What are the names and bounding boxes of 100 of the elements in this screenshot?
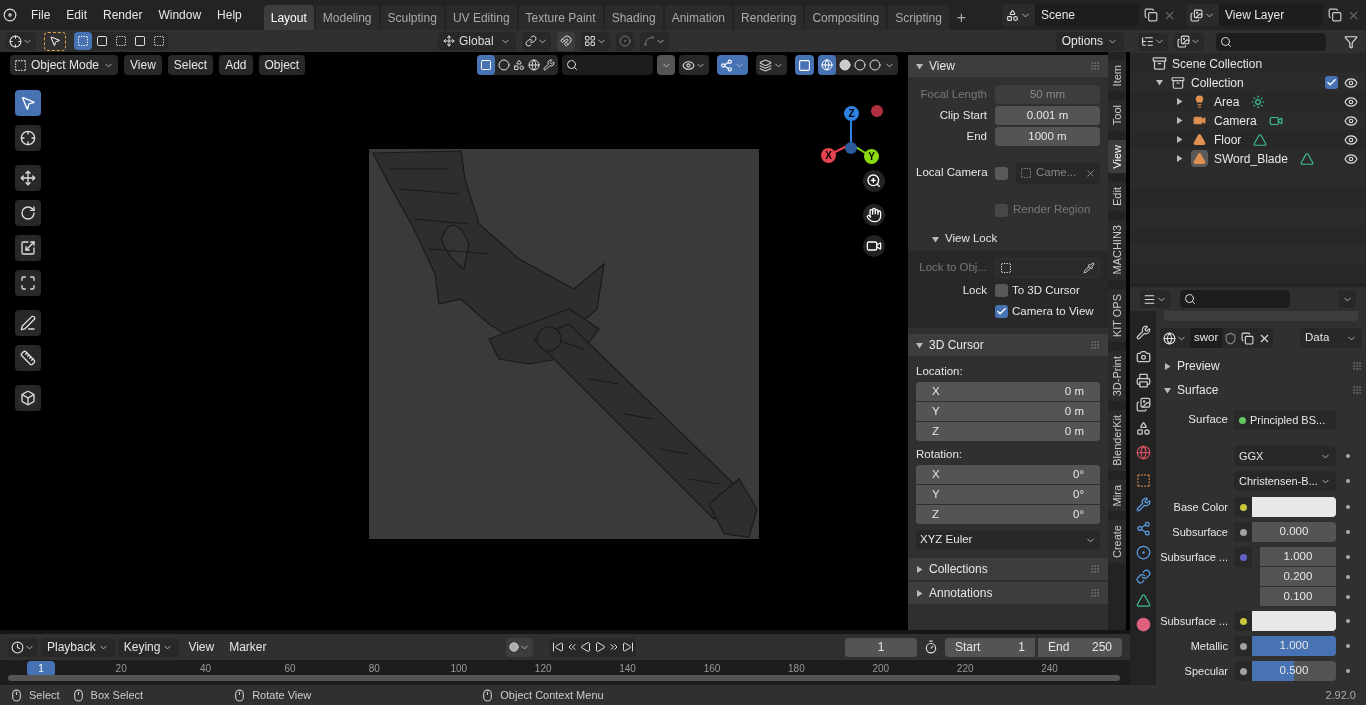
start-frame-field[interactable]: Start 1 (945, 637, 1035, 657)
workspace-tab[interactable]: UV Editing (445, 5, 517, 30)
checkbox-label: Camera to View (1012, 303, 1094, 319)
workspace-tab[interactable]: Texture Paint (518, 5, 603, 30)
workspace-tab[interactable]: Rendering (734, 5, 804, 30)
number-field[interactable]: 0.100 (1260, 587, 1336, 606)
sidebar-tab[interactable]: Mira (1108, 480, 1126, 512)
timeline-menu[interactable]: Marker (223, 637, 273, 657)
menu-item[interactable]: Edit (58, 4, 96, 26)
viewport-menu[interactable]: Select (167, 55, 214, 75)
menu-item[interactable]: Window (150, 4, 210, 26)
number-field[interactable]: Z 0° (916, 505, 1100, 524)
options-dropdown[interactable]: Options (1055, 31, 1124, 51)
add-workspace-button[interactable]: + (950, 5, 973, 30)
tree-item[interactable]: Camera (1214, 111, 1257, 130)
end-frame-field[interactable]: End 250 (1038, 637, 1122, 657)
number-field[interactable]: Z 0 m (916, 422, 1100, 441)
number-field[interactable]: 0.000 (1252, 522, 1336, 542)
field-label: Subsurface (1171, 524, 1229, 540)
number-field[interactable]: Y 0 m (916, 402, 1100, 421)
tree-item[interactable]: SWord_Blade (1214, 149, 1288, 168)
field-label: Lock (962, 283, 987, 296)
tree-item[interactable]: Collection (1191, 73, 1325, 92)
panel-header[interactable]: 3D Cursor (908, 334, 1108, 356)
number-field[interactable]: X 0 m (916, 382, 1100, 401)
mode-dropdown[interactable]: Object Mode (10, 55, 118, 75)
field-label: Subsurface ... (1159, 549, 1229, 565)
field-label: Subsurface ... (1159, 613, 1229, 629)
current-frame-field[interactable]: 1 (845, 637, 917, 657)
number-field[interactable]: Y 0° (916, 485, 1100, 504)
workspace-tab[interactable]: Scripting (888, 5, 949, 30)
workspace-tab[interactable]: Shading (604, 5, 663, 30)
panel-header[interactable]: Preview (1156, 355, 1366, 377)
number-field[interactable]: X 0° (916, 465, 1100, 484)
workspace-tab[interactable]: Layout (263, 5, 314, 30)
value-slider[interactable]: 1.000 (1252, 636, 1336, 656)
version-label: 2.92.0 (1325, 687, 1356, 703)
field-label: Base Color (1172, 499, 1229, 515)
rotation-mode-dropdown[interactable]: XYZ Euler (916, 530, 1100, 550)
status-hint: Rotate View (252, 687, 312, 703)
menu-item[interactable]: Help (209, 4, 250, 26)
timeline-menu[interactable]: Keying (117, 637, 180, 657)
timeline-menu[interactable]: View (182, 637, 221, 657)
number-field[interactable]: 1000 m (995, 127, 1100, 146)
workspace-tab[interactable]: Sculpting (380, 5, 444, 30)
sidebar-tab[interactable]: Item (1108, 60, 1126, 92)
sidebar-tab[interactable]: View (1108, 139, 1126, 174)
field-label: Specular (1183, 663, 1229, 679)
subpanel-header[interactable]: View Lock (908, 228, 1108, 250)
menu-item[interactable]: Render (95, 4, 151, 26)
field-label: End (965, 128, 988, 144)
orientation-dropdown[interactable]: Global (438, 31, 516, 51)
sidebar-tab[interactable]: KIT OPS (1108, 288, 1126, 342)
axis-label[interactable]: Y (864, 149, 879, 164)
frame-tick-label: 240 (1040, 662, 1059, 676)
status-hint: Box Select (90, 687, 144, 703)
panel-header[interactable]: Annotations (908, 582, 1108, 604)
frame-tick-label: 200 (871, 662, 891, 676)
axis-label[interactable]: X (821, 148, 836, 163)
link-dropdown[interactable]: Data (1300, 328, 1362, 348)
status-hint: Object Context Menu (500, 687, 604, 703)
menu-item[interactable]: File (23, 4, 59, 26)
tree-item[interactable]: Scene Collection (1172, 54, 1263, 73)
tree-item[interactable]: Area (1214, 92, 1240, 111)
sidebar-tab[interactable]: MACHIN3 (1108, 220, 1126, 280)
workspace-tab[interactable]: Modeling (315, 5, 379, 30)
scene-field[interactable]: Scene (1035, 4, 1139, 26)
material-name-field[interactable]: swor (1190, 328, 1223, 348)
axis-label[interactable]: Z (844, 106, 859, 121)
number-field[interactable]: 0.001 m (995, 106, 1100, 125)
viewport-menu[interactable]: View (124, 55, 162, 75)
shader-selector[interactable]: Principled BS... (1234, 410, 1336, 430)
status-hint: Select (29, 687, 60, 703)
value-slider[interactable]: 0.500 (1252, 661, 1336, 681)
panel-title: Annotations (929, 585, 994, 602)
viewport-menu[interactable]: Add (219, 55, 253, 75)
sidebar-tab[interactable]: 3D-Print (1108, 350, 1126, 402)
tree-item[interactable]: Floor (1214, 130, 1242, 149)
sidebar-tab[interactable]: BlenderKit (1108, 410, 1126, 472)
field-label: Local Camera (916, 165, 989, 181)
sidebar-tab[interactable]: Create (1108, 520, 1126, 564)
frame-tick-label: 120 (533, 662, 553, 676)
timeline-menu[interactable]: Playback (41, 637, 115, 657)
panel-header[interactable]: Collections (908, 558, 1108, 580)
number-field[interactable]: 0.200 (1260, 567, 1336, 586)
sidebar-tab[interactable]: Tool (1108, 100, 1126, 131)
method-dropdown[interactable]: GGX (1234, 446, 1336, 466)
workspace-tab[interactable]: Animation (664, 5, 733, 30)
workspace-tab[interactable]: Compositing (805, 5, 887, 30)
frame-tick-label: 220 (955, 662, 975, 676)
panel-title: 3D Cursor (929, 337, 985, 354)
frame-tick-label: 20 (114, 662, 128, 676)
sidebar-tab[interactable]: Edit (1108, 182, 1126, 212)
panel-header[interactable]: View (908, 55, 1108, 77)
camera-field[interactable]: Came... (1016, 162, 1100, 184)
viewport-menu[interactable]: Object (258, 55, 306, 75)
view-layer-field[interactable]: View Layer (1219, 4, 1323, 26)
number-field[interactable]: 1.000 (1260, 547, 1336, 566)
panel-header[interactable]: Surface (1156, 379, 1366, 401)
method-dropdown[interactable]: Christensen-B... (1234, 471, 1336, 491)
